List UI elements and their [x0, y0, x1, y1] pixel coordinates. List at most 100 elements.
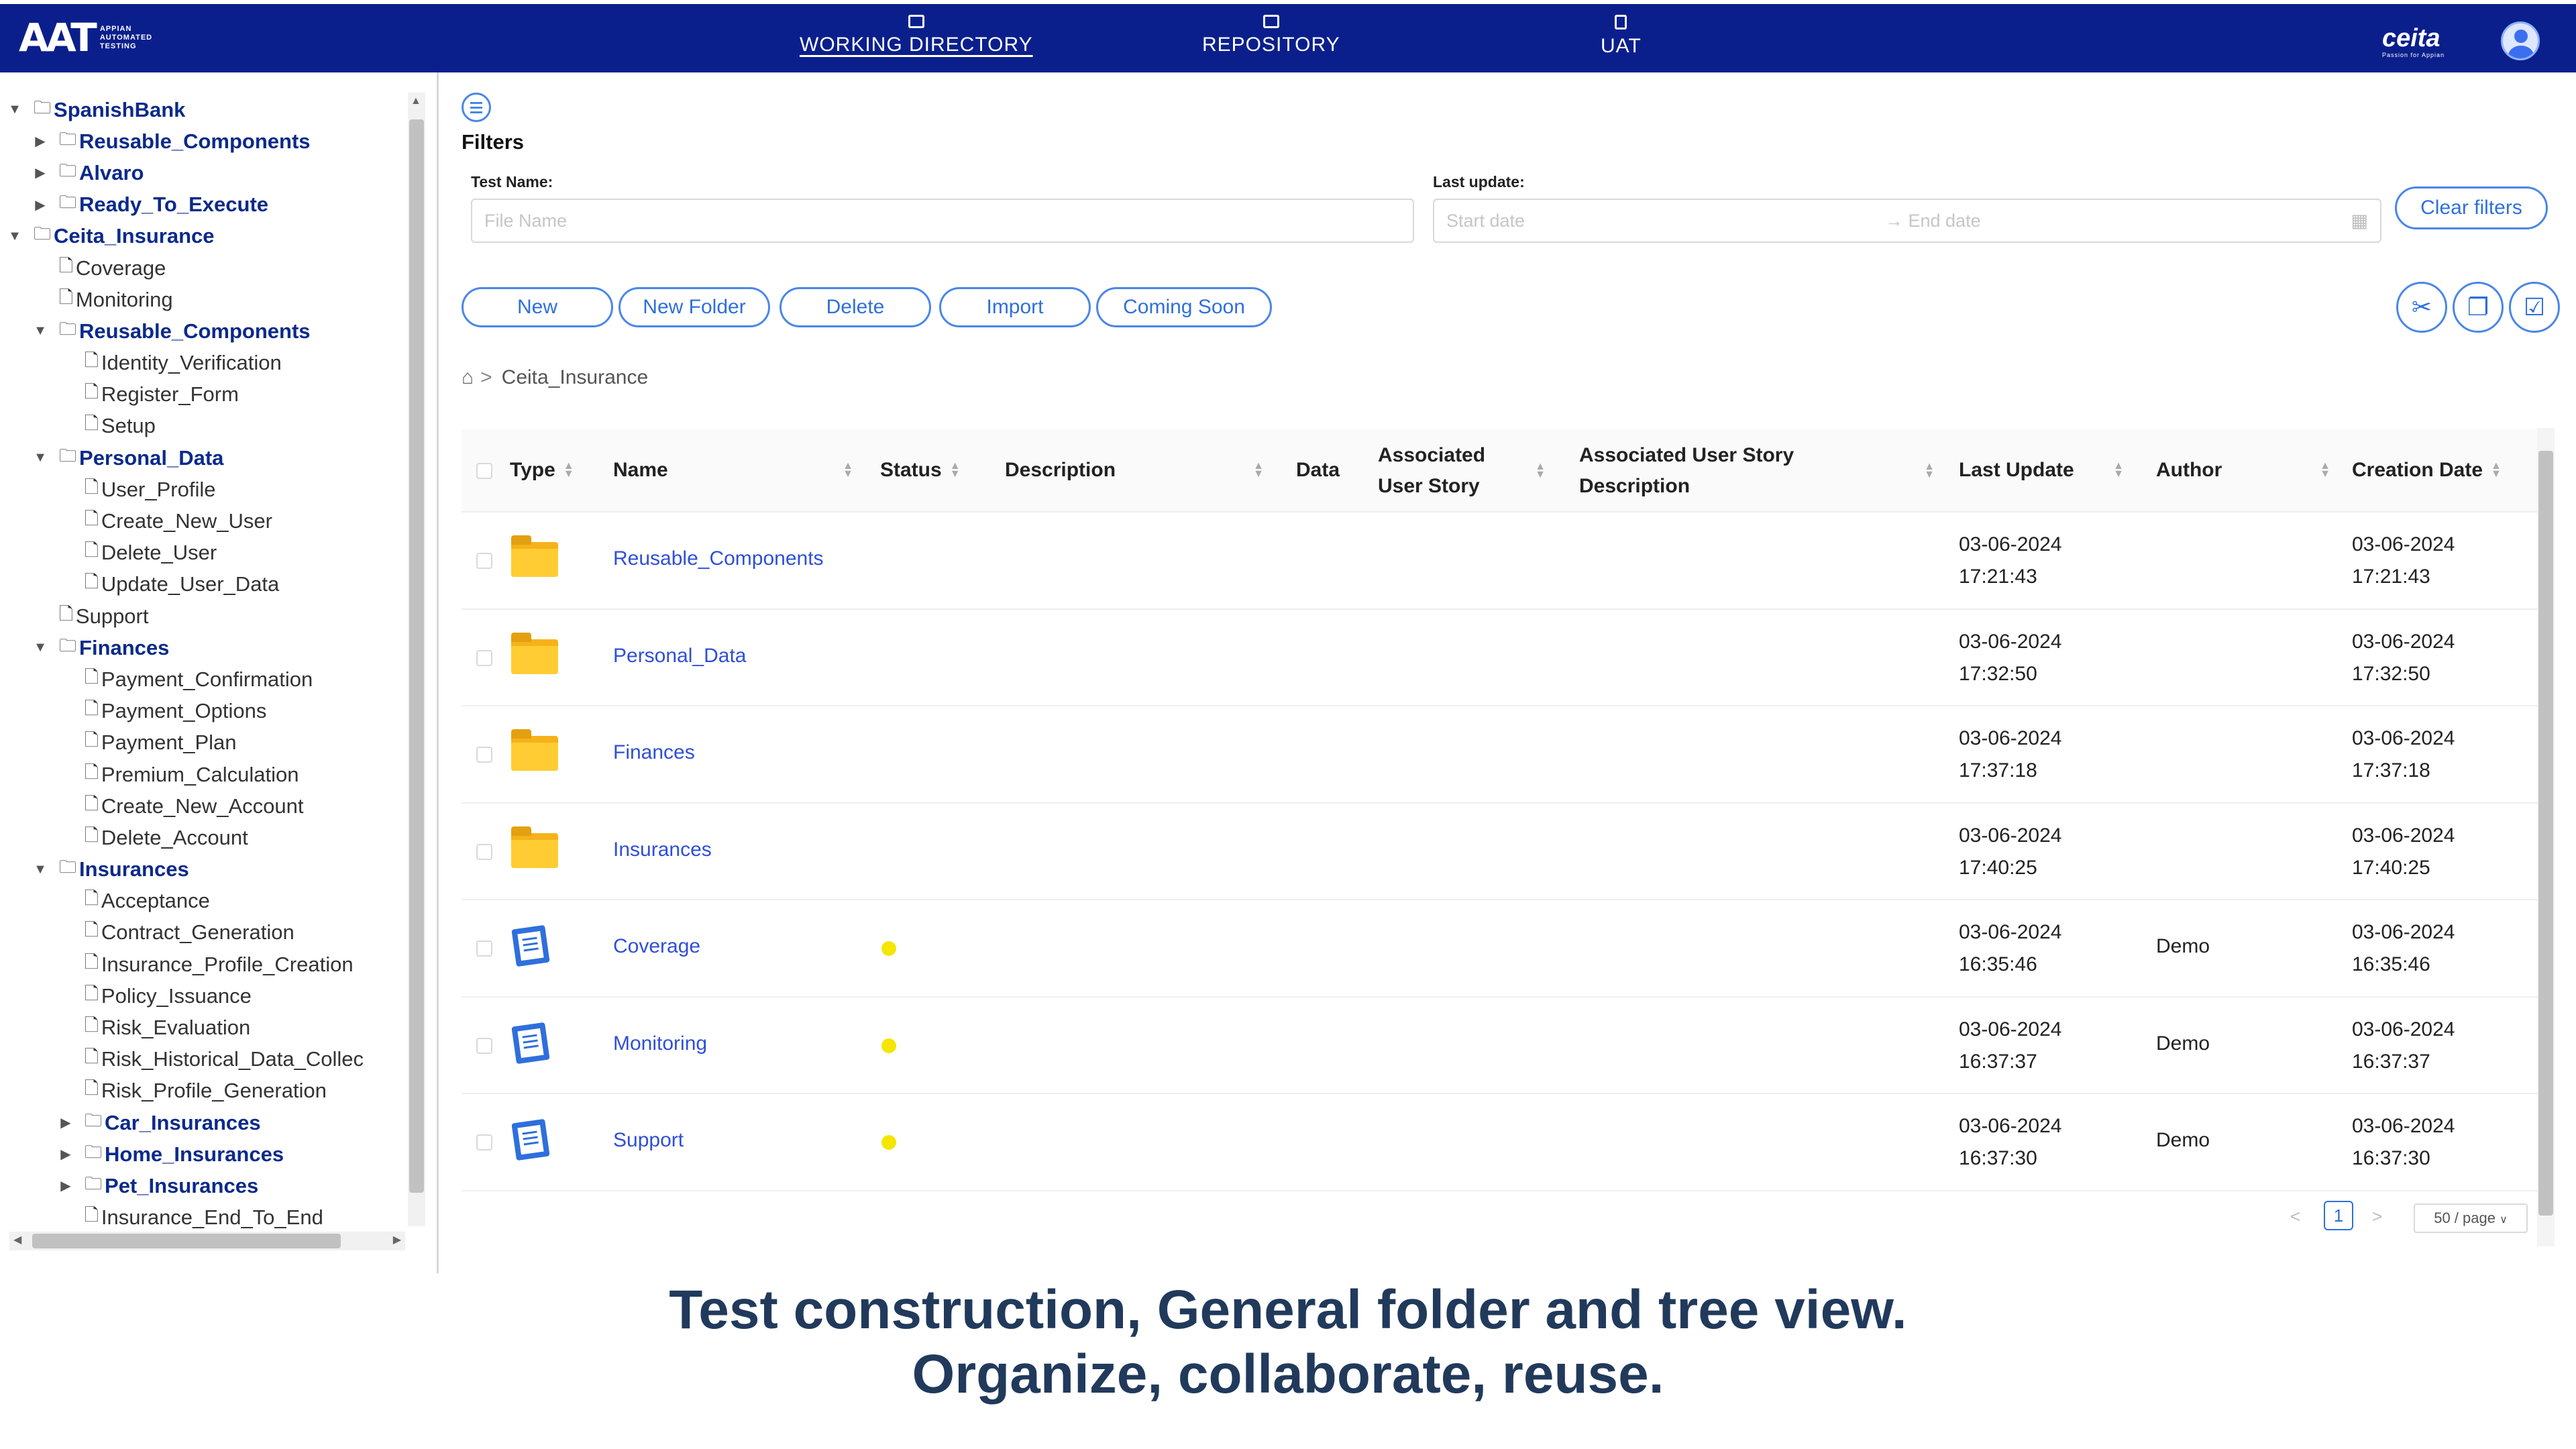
copy-icon[interactable]: ❐: [2453, 282, 2504, 333]
tree-file-item[interactable]: 🗋 Policy_Issuance: [0, 980, 409, 1012]
row-checkbox[interactable]: [476, 553, 492, 569]
sort-icon[interactable]: ▲ ▼: [843, 461, 853, 480]
delete-button[interactable]: Delete: [780, 287, 931, 327]
pagination-prev-icon[interactable]: <: [2290, 1206, 2300, 1227]
tree-file-item[interactable]: 🗋 User_Profile: [0, 474, 409, 505]
tree-folder-item[interactable]: ▼ 🗀 Insurances: [0, 854, 409, 885]
tree-file-item[interactable]: 🗋 Acceptance: [0, 885, 409, 917]
caret-right-icon[interactable]: ▶: [58, 1177, 74, 1194]
tree-folder-item[interactable]: ▶ 🗀 Pet_Insurances: [0, 1170, 409, 1201]
tree-file-item[interactable]: 🗋 Delete_User: [0, 537, 409, 569]
col-creation-date[interactable]: Creation Date ▲ ▼: [2352, 455, 2502, 486]
row-name-link[interactable]: Reusable_Components: [613, 547, 824, 570]
sort-icon[interactable]: ▲ ▼: [1535, 462, 1546, 480]
table-row[interactable]: Support 03-06-2024 16:37:30 Demo 03-06-2024 1…: [462, 1094, 2541, 1191]
scroll-left-icon[interactable]: ◀: [13, 1233, 21, 1246]
table-vertical-scrollbar[interactable]: [2537, 428, 2555, 1246]
tree-folder-item[interactable]: ▶ 🗀 Home_Insurances: [0, 1138, 409, 1170]
filters-toggle-icon[interactable]: [462, 93, 491, 122]
tree-file-item[interactable]: 🗋 Payment_Plan: [0, 727, 409, 759]
sort-icon[interactable]: ▲ ▼: [2491, 461, 2502, 480]
tree-file-item[interactable]: 🗋 Risk_Historical_Data_Collec: [0, 1044, 409, 1075]
pagination-page-1[interactable]: 1: [2324, 1201, 2353, 1230]
row-checkbox[interactable]: [476, 747, 492, 763]
tree-folder-item[interactable]: ▼ 🗀 Ceita_Insurance: [0, 221, 409, 252]
tree-file-item[interactable]: 🗋 Setup: [0, 411, 409, 442]
tree-file-item[interactable]: 🗋 Update_User_Data: [0, 569, 409, 600]
table-row[interactable]: Reusable_Components 03-06-2024 17:21:43 03-…: [462, 513, 2541, 610]
caret-right-icon[interactable]: ▶: [32, 164, 48, 181]
tree-file-item[interactable]: 🗋 Support: [0, 600, 409, 632]
sort-icon[interactable]: ▲ ▼: [2320, 461, 2330, 480]
tree-file-item[interactable]: 🗋 Risk_Profile_Generation: [0, 1075, 409, 1107]
clipboard-check-icon[interactable]: ☑: [2509, 282, 2560, 333]
test-name-input[interactable]: File Name: [471, 199, 1414, 243]
import-button[interactable]: Import: [939, 287, 1091, 327]
end-date-field[interactable]: → End date: [1885, 211, 1981, 231]
caret-down-icon[interactable]: ▼: [32, 862, 48, 877]
tree-file-item[interactable]: 🗋 Premium_Calculation: [0, 759, 409, 790]
nav-working-directory[interactable]: WORKING DIRECTORY: [800, 15, 1033, 58]
date-range-picker[interactable]: Start date → End date ▦: [1433, 199, 2381, 243]
row-checkbox[interactable]: [476, 941, 492, 957]
col-last-update[interactable]: Last Update ▲ ▼: [1959, 455, 2124, 486]
tree-folder-item[interactable]: ▶ 🗀 Car_Insurances: [0, 1107, 409, 1138]
row-name-link[interactable]: Personal_Data: [613, 645, 746, 667]
tree-file-item[interactable]: 🗋 Risk_Evaluation: [0, 1012, 409, 1043]
caret-down-icon[interactable]: ▼: [32, 640, 48, 655]
caret-down-icon[interactable]: ▼: [32, 450, 48, 466]
col-description[interactable]: Description ▲ ▼: [1005, 455, 1264, 486]
row-name-link[interactable]: Insurances: [613, 839, 712, 861]
calendar-icon[interactable]: ▦: [2351, 211, 2368, 231]
row-checkbox[interactable]: [476, 843, 492, 860]
row-checkbox[interactable]: [476, 1037, 492, 1054]
tree-file-item[interactable]: 🗋 Payment_Options: [0, 696, 409, 727]
caret-down-icon[interactable]: ▼: [32, 323, 48, 339]
caret-right-icon[interactable]: ▶: [32, 197, 48, 213]
sort-icon[interactable]: ▲ ▼: [950, 461, 961, 480]
caret-down-icon[interactable]: ▼: [7, 229, 23, 244]
col-status[interactable]: Status ▲ ▼: [880, 455, 961, 486]
row-name-link[interactable]: Coverage: [613, 935, 700, 958]
row-checkbox[interactable]: [476, 649, 492, 666]
table-row[interactable]: Personal_Data 03-06-2024 17:32:50 03-06-202…: [462, 610, 2541, 706]
tree-folder-item[interactable]: ▼ 🗀 Finances: [0, 632, 409, 663]
col-associated-user-story-description[interactable]: Associated User Story Description ▲ ▼: [1579, 440, 1935, 502]
caret-right-icon[interactable]: ▶: [32, 133, 48, 150]
tree-folder-item[interactable]: ▼ 🗀 Personal_Data: [0, 442, 409, 474]
tree-vertical-scrollbar[interactable]: ▲: [408, 93, 425, 1226]
nav-uat[interactable]: UAT: [1601, 15, 1642, 59]
col-associated-user-story[interactable]: Associated User Story ▲ ▼: [1378, 440, 1546, 502]
tree-file-item[interactable]: 🗋 Identity_Verification: [0, 347, 409, 379]
tree-file-item[interactable]: 🗋 Register_Form: [0, 379, 409, 411]
col-type[interactable]: Type ▲ ▼: [510, 455, 574, 486]
select-all-checkbox[interactable]: [476, 463, 492, 479]
table-row[interactable]: Coverage 03-06-2024 16:35:46 Demo 03-06-2024…: [462, 900, 2541, 998]
page-size-select[interactable]: 50 / page ∨: [2414, 1203, 2528, 1233]
sort-icon[interactable]: ▲ ▼: [564, 461, 574, 480]
table-row[interactable]: Monitoring 03-06-2024 16:37:37 Demo 03-06-20…: [462, 998, 2541, 1094]
scroll-up-icon[interactable]: ▲: [411, 95, 421, 107]
scroll-thumb[interactable]: [409, 119, 424, 1193]
tree-file-item[interactable]: 🗋 Monitoring: [0, 284, 409, 315]
tree-file-item[interactable]: 🗋 Contract_Generation: [0, 917, 409, 949]
col-name[interactable]: Name ▲ ▼: [613, 455, 853, 486]
sort-icon[interactable]: ▲ ▼: [2113, 461, 2124, 480]
tree-file-item[interactable]: 🗋 Insurance_End_To_End: [0, 1202, 409, 1234]
home-icon[interactable]: ⌂: [462, 366, 474, 389]
clear-filters-button[interactable]: Clear filters: [2395, 186, 2548, 229]
scissors-icon[interactable]: ✂: [2396, 282, 2447, 333]
tree-folder-item[interactable]: ▶ 🗀 Ready_To_Execute: [0, 189, 409, 221]
tree-file-item[interactable]: 🗋 Payment_Confirmation: [0, 663, 409, 695]
caret-right-icon[interactable]: ▶: [58, 1114, 74, 1131]
coming-soon-button[interactable]: Coming Soon: [1096, 287, 1272, 327]
scroll-thumb[interactable]: [2538, 451, 2553, 1216]
scroll-right-icon[interactable]: ▶: [393, 1233, 401, 1246]
tree-folder-item[interactable]: ▶ 🗀 Reusable_Components: [0, 125, 409, 157]
col-author[interactable]: Author ▲ ▼: [2156, 455, 2330, 486]
scroll-thumb[interactable]: [32, 1234, 341, 1248]
table-row[interactable]: Finances 03-06-2024 17:37:18 03-06-2024 17:3…: [462, 706, 2541, 804]
tree-folder-item[interactable]: ▶ 🗀 Alvaro: [0, 157, 409, 189]
tree-file-item[interactable]: 🗋 Insurance_Profile_Creation: [0, 949, 409, 980]
user-avatar-icon[interactable]: [2501, 21, 2540, 60]
